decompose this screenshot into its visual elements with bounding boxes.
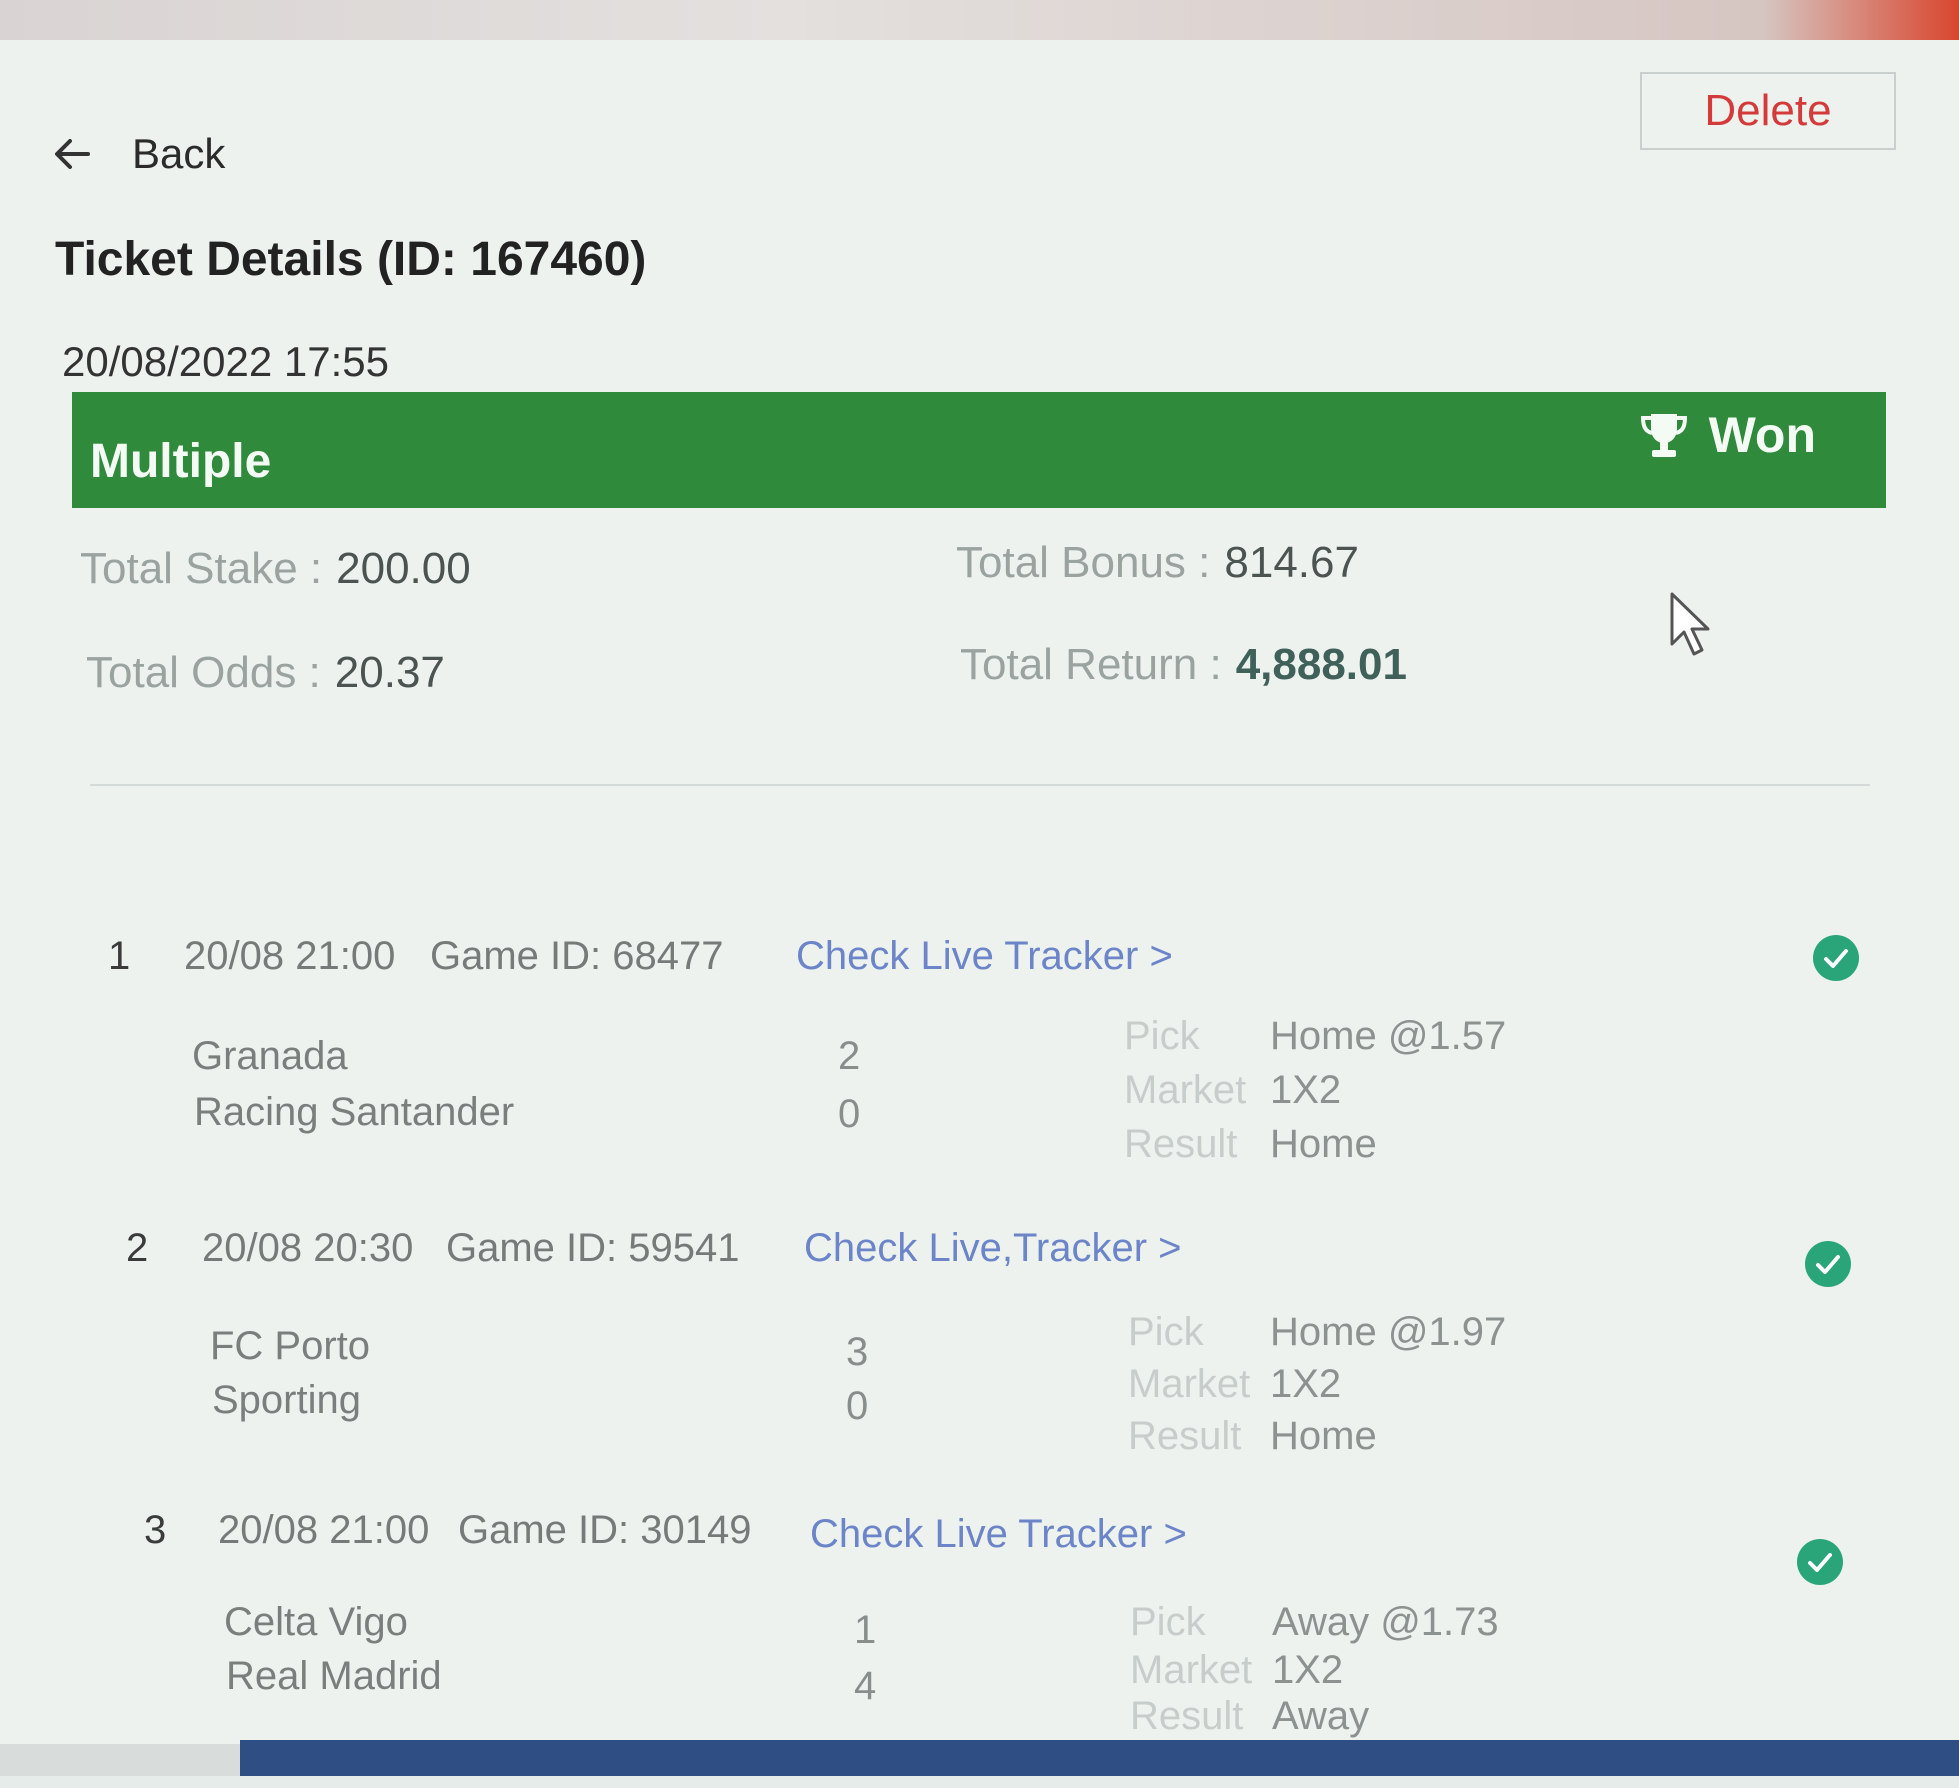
won-check-icon (1805, 1241, 1851, 1287)
taskbar-left (0, 1744, 240, 1776)
status-bar: Multiple Won (72, 392, 1886, 508)
browser-top-strip (0, 0, 1959, 44)
mouse-cursor-icon (1670, 592, 1710, 656)
pick-label: Pick (1128, 1310, 1204, 1354)
leg-kickoff-time: 20/08 21:00 (184, 934, 396, 978)
market-value: 1X2 (1272, 1648, 1344, 1692)
leg-kickoff-time: 20/08 20:30 (202, 1226, 414, 1270)
total-bonus-label: Total Bonus : (956, 538, 1211, 587)
home-score: 3 (846, 1330, 869, 1374)
leg-number: 2 (126, 1226, 149, 1270)
leg-game-id: Game ID: 59541 (446, 1226, 740, 1270)
result-label: Result (1124, 1122, 1238, 1166)
delete-button[interactable]: Delete (1640, 72, 1896, 150)
status-label: Won (1708, 407, 1816, 463)
pick-value: Home @1.97 (1270, 1310, 1507, 1354)
away-score: 0 (838, 1092, 861, 1136)
market-label: Market (1130, 1648, 1253, 1692)
total-stake-label: Total Stake : (80, 544, 323, 593)
taskbar (240, 1740, 1959, 1776)
away-team: Sporting (212, 1378, 361, 1422)
won-check-icon (1797, 1539, 1843, 1585)
trophy-icon (1640, 414, 1687, 457)
home-score: 2 (838, 1034, 861, 1078)
status-badge: Won (1637, 406, 1816, 464)
home-team: FC Porto (210, 1324, 371, 1368)
live-tracker-link[interactable]: Check Live,Tracker > (804, 1226, 1182, 1271)
total-bonus: Total Bonus : 814.67 (956, 538, 1359, 588)
home-team: Celta Vigo (224, 1600, 408, 1644)
back-label: Back (132, 130, 226, 177)
live-tracker-link[interactable]: Check Live Tracker > (796, 934, 1173, 979)
home-team: Granada (192, 1034, 348, 1078)
leg-item: 2 20/08 20:30 Game ID: 59541 Check Live,… (0, 1226, 1959, 1506)
total-odds-value: 20.37 (334, 648, 445, 697)
total-return-value: 4,888.01 (1235, 640, 1407, 689)
market-value: 1X2 (1270, 1068, 1342, 1112)
leg-game-id: Game ID: 30149 (458, 1508, 752, 1552)
away-score: 0 (846, 1384, 869, 1428)
leg-kickoff-time: 20/08 21:00 (218, 1508, 430, 1552)
market-label: Market (1128, 1362, 1251, 1406)
leg-item: 1 20/08 21:00 Game ID: 68477 Check Live … (0, 930, 1959, 1210)
result-label: Result (1130, 1694, 1244, 1738)
total-bonus-value: 814.67 (1224, 538, 1359, 587)
home-score: 1 (854, 1608, 877, 1652)
total-stake-value: 200.00 (336, 544, 471, 593)
arrow-left-icon (55, 139, 90, 169)
result-value: Home (1270, 1414, 1377, 1458)
won-check-icon (1813, 935, 1859, 981)
pick-value: Home @1.57 (1270, 1014, 1507, 1058)
pick-value: Away @1.73 (1272, 1600, 1499, 1644)
ticket-date: 20/08/2022 17:55 (62, 338, 389, 385)
result-label: Result (1128, 1414, 1242, 1458)
away-team: Real Madrid (226, 1654, 442, 1698)
section-divider (90, 784, 1870, 786)
leg-number: 3 (144, 1508, 167, 1552)
away-team: Racing Santander (194, 1090, 515, 1134)
total-odds: Total Odds : 20.37 (86, 648, 445, 698)
leg-game-id: Game ID: 68477 (430, 934, 724, 978)
away-score: 4 (854, 1664, 877, 1708)
total-return-label: Total Return : (960, 640, 1222, 689)
page-title: Ticket Details (ID: 167460) (55, 233, 647, 286)
pick-label: Pick (1124, 1014, 1200, 1058)
pick-label: Pick (1130, 1600, 1206, 1644)
result-value: Home (1270, 1122, 1377, 1166)
back-button[interactable]: Back (50, 130, 225, 178)
total-return: Total Return : 4,888.01 (960, 640, 1407, 690)
bet-type-label: Multiple (90, 435, 272, 488)
result-value: Away (1272, 1694, 1370, 1738)
total-stake: Total Stake : 200.00 (80, 544, 471, 594)
market-label: Market (1124, 1068, 1247, 1112)
total-odds-label: Total Odds : (86, 648, 321, 697)
market-value: 1X2 (1270, 1362, 1342, 1406)
leg-number: 1 (108, 934, 131, 978)
live-tracker-link[interactable]: Check Live Tracker > (810, 1512, 1187, 1557)
